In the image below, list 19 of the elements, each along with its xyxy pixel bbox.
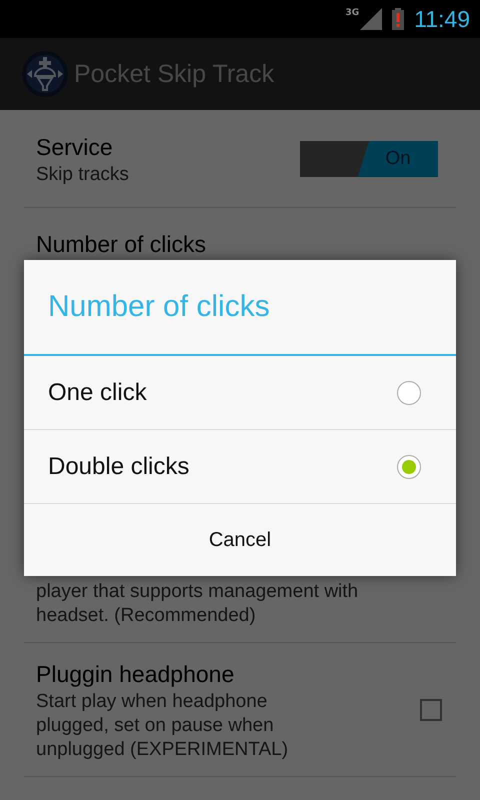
option-label: Double clicks	[48, 452, 190, 480]
preference-title: Number of clicks	[36, 230, 207, 259]
preference-summary: player that supports management with headset. (Recommended)	[36, 580, 360, 628]
preference-summary: Skip tracks	[36, 162, 130, 186]
app-icon	[22, 51, 68, 97]
preference-title: Pluggin headphone	[36, 660, 236, 689]
signal-icon	[360, 8, 382, 30]
checkbox[interactable]	[420, 698, 442, 720]
clock-time: 11:49	[414, 6, 470, 32]
battery-icon	[392, 8, 404, 30]
option-label: One click	[48, 378, 147, 406]
cancel-button[interactable]: Cancel	[24, 504, 456, 576]
radio-button[interactable]	[397, 380, 421, 404]
network-type: 3G	[345, 8, 360, 18]
preference-title: Service	[36, 132, 114, 162]
option-row[interactable]: One click	[24, 356, 456, 430]
radio-button[interactable]	[397, 454, 421, 478]
preference-summary: Start play when headphone plugged, set on pause when unplugged (EXPERIMENTAL)	[36, 690, 290, 762]
dialog-title: Number of clicks	[24, 260, 456, 356]
